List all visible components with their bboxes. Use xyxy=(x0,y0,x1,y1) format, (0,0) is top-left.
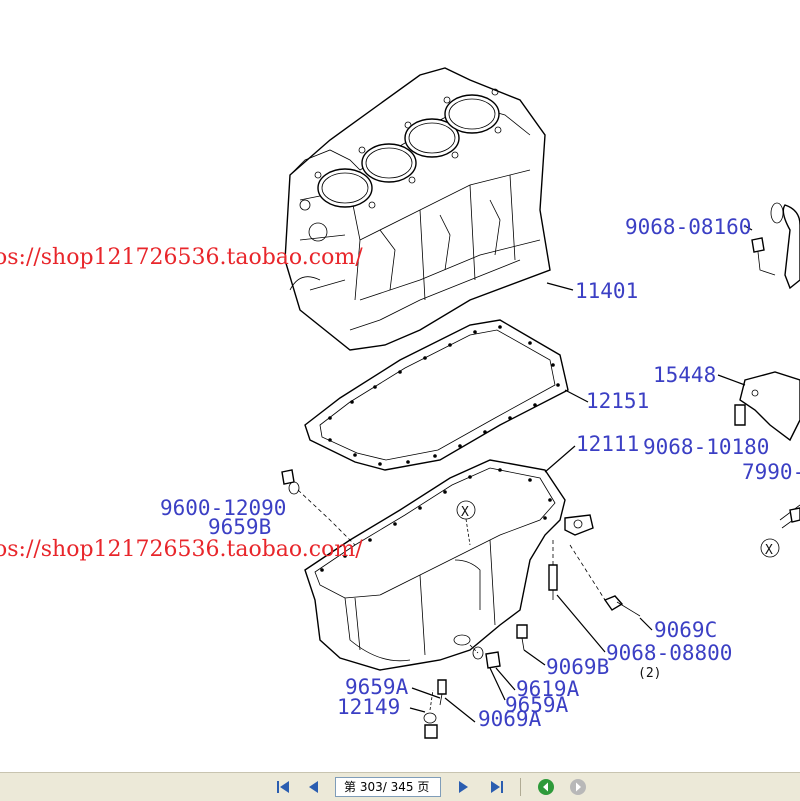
part-number-12149: 12149 xyxy=(337,695,400,719)
current-page: 303 xyxy=(359,780,383,794)
forward-icon xyxy=(570,779,586,795)
part-number-7990: 7990- xyxy=(742,460,800,484)
drain-plug-washers-drawing xyxy=(281,469,356,546)
part-number-9068-10180: 9068-10180 xyxy=(643,435,769,459)
bracket-drawing xyxy=(734,371,800,442)
svg-text:X: X xyxy=(461,505,469,520)
watermark-text: os://shop121726536.taobao.com/ xyxy=(0,245,363,270)
last-page-button[interactable] xyxy=(486,777,508,797)
bolt-9069c-drawing xyxy=(569,544,641,617)
toolbar-divider xyxy=(520,778,521,796)
page-navigation-toolbar: 第 303/ 345 页 xyxy=(0,772,800,801)
quantity-note: (2) xyxy=(638,666,661,681)
bolt-9069b-drawing xyxy=(516,624,528,651)
page-suffix: 页 xyxy=(417,780,430,794)
page-separator: / xyxy=(382,780,387,794)
back-button[interactable] xyxy=(535,777,557,797)
part-number-9069b: 9069B xyxy=(546,655,609,679)
page-number-input[interactable]: 第 303/ 345 页 xyxy=(335,777,441,797)
part-number-12151: 12151 xyxy=(586,389,649,413)
parts-diagram: X X 9068-08160 11401 15448 12151 12111 9… xyxy=(0,67,800,739)
prev-page-icon xyxy=(309,781,318,793)
back-icon xyxy=(538,779,554,795)
next-page-icon xyxy=(459,781,468,793)
total-pages: 345 xyxy=(390,780,414,794)
part-number-15448: 15448 xyxy=(653,363,716,387)
part-number-9659b: 9659B xyxy=(208,515,271,539)
drain-plug-drawing xyxy=(469,644,501,669)
forward-button[interactable] xyxy=(567,777,589,797)
part-number-9069c: 9069C xyxy=(654,618,717,642)
document-viewer[interactable]: X X 9068-08160 11401 15448 12151 12111 9… xyxy=(0,0,800,772)
oil-pipe-drawing: X xyxy=(760,504,800,558)
oil-level-gauge-drawing xyxy=(751,202,800,290)
part-number-9068-08160: 9068-08160 xyxy=(625,215,751,239)
last-page-icon xyxy=(491,781,503,793)
part-number-11401: 11401 xyxy=(575,279,638,303)
strainer-bolt-drawing xyxy=(423,679,447,739)
part-number-12111: 12111 xyxy=(576,432,639,456)
stud-bolt-drawing xyxy=(548,540,558,600)
part-number-9068-08800: 9068-08800 xyxy=(606,641,732,665)
cylinder-block-drawing xyxy=(284,67,551,351)
prev-page-button[interactable] xyxy=(303,777,325,797)
first-page-button[interactable] xyxy=(272,777,294,797)
watermark-text: os://shop121726536.taobao.com/ xyxy=(0,537,363,562)
page-prefix: 第 xyxy=(344,780,357,794)
first-page-icon xyxy=(277,781,289,793)
part-number-9069a: 9069A xyxy=(478,707,542,731)
svg-text:X: X xyxy=(765,543,773,558)
next-page-button[interactable] xyxy=(452,777,474,797)
